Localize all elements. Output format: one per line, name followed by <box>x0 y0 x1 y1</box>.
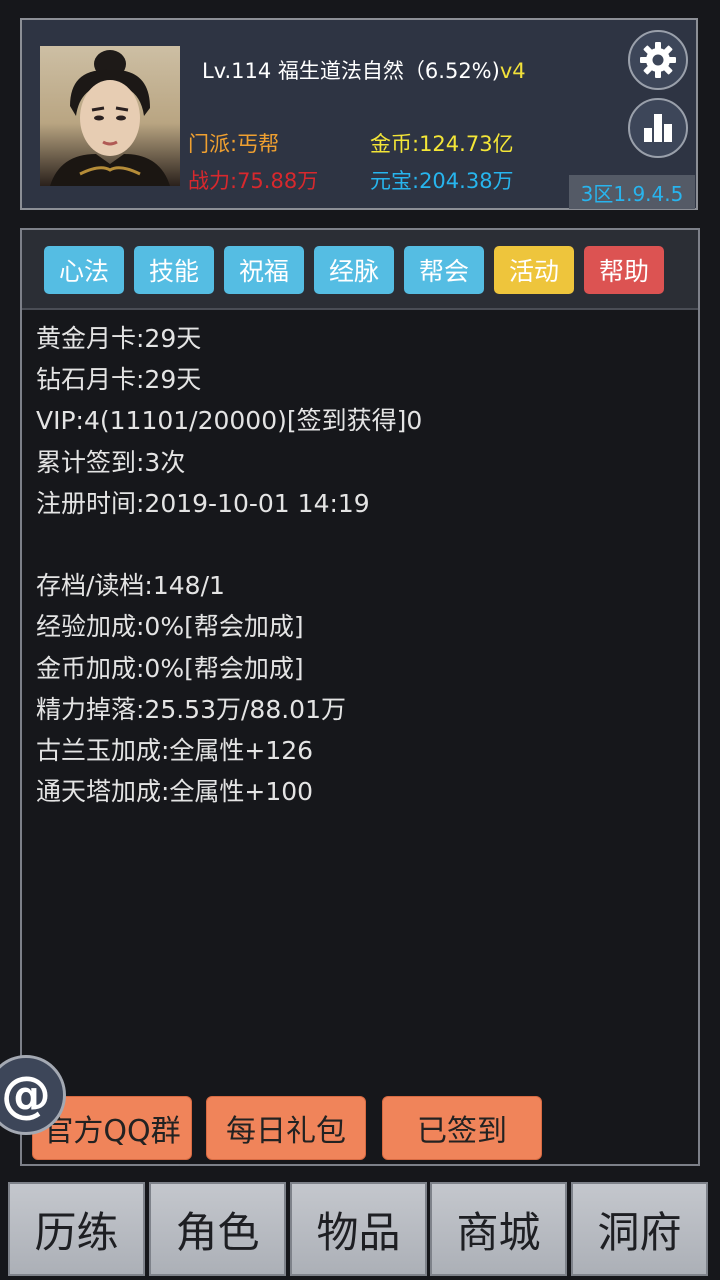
info-total-signin: 累计签到:3次 <box>36 447 186 477</box>
info-save-load: 存档/读档:148/1 <box>36 571 225 601</box>
info-diamond-monthly-card: 钻石月卡:29天 <box>36 365 202 395</box>
info-gold-bonus: 金币加成:0%[帮会加成] <box>36 653 304 683</box>
gold-label: 金币:124.73亿 <box>370 132 514 156</box>
nav-items[interactable]: 物品 <box>290 1182 427 1276</box>
tab-help[interactable]: 帮助 <box>584 246 664 294</box>
tab-events[interactable]: 活动 <box>494 246 574 294</box>
info-register-time: 注册时间:2019-10-01 14:19 <box>36 488 370 518</box>
tab-mental-method[interactable]: 心法 <box>44 246 124 294</box>
main-panel: 心法 技能 祝福 经脉 帮会 活动 帮助 黄金月卡:29天 钻石月卡:29天 V… <box>20 228 700 1166</box>
server-version-badge: 3区1.9.4.5 <box>569 175 695 209</box>
settings-button[interactable] <box>628 30 688 90</box>
info-tower-bonus: 通天塔加成:全属性+100 <box>36 777 314 807</box>
tab-skills[interactable]: 技能 <box>134 246 214 294</box>
combat-power-label: 战力:75.88万 <box>188 169 319 193</box>
sect-label: 门派:丐帮 <box>188 132 280 156</box>
player-header-panel: Lv.114 福生道法自然（6.52%)v4 门派:丐帮 战力:75.88万 金… <box>20 18 698 210</box>
tab-blessing[interactable]: 祝福 <box>224 246 304 294</box>
player-title-text: Lv.114 福生道法自然（6.52%) <box>202 59 500 83</box>
nav-character[interactable]: 角色 <box>149 1182 286 1276</box>
tab-guild[interactable]: 帮会 <box>404 246 484 294</box>
player-avatar[interactable] <box>40 46 180 186</box>
info-gold-monthly-card: 黄金月卡:29天 <box>36 324 202 353</box>
portrait-image <box>50 50 170 186</box>
nav-shop[interactable]: 商城 <box>430 1182 567 1276</box>
bar-chart-icon <box>644 114 672 142</box>
stats-button[interactable] <box>628 98 688 158</box>
daily-gift-button[interactable]: 每日礼包 <box>206 1096 366 1160</box>
player-level-title: Lv.114 福生道法自然（6.52%)v4 <box>202 55 526 85</box>
info-energy-drop: 精力掉落:25.53万/88.01万 <box>36 694 346 724</box>
signed-in-button[interactable]: 已签到 <box>382 1096 542 1160</box>
player-title-version: v4 <box>499 59 526 83</box>
info-vip: VIP:4(11101/20000)[签到获得]0 <box>36 406 423 436</box>
player-info-list: 黄金月卡:29天 钻石月卡:29天 VIP:4(11101/20000)[签到获… <box>36 318 422 812</box>
info-gulan-jade-bonus: 古兰玉加成:全属性+126 <box>36 735 314 765</box>
nav-training[interactable]: 历练 <box>8 1182 145 1276</box>
tab-meridians[interactable]: 经脉 <box>314 246 394 294</box>
info-exp-bonus: 经验加成:0%[帮会加成] <box>36 612 304 642</box>
info-spacer <box>36 524 422 565</box>
ingot-label: 元宝:204.38万 <box>370 169 514 193</box>
function-tab-bar: 心法 技能 祝福 经脉 帮会 活动 帮助 <box>22 230 698 310</box>
at-icon: @ <box>1 1066 51 1124</box>
gear-icon <box>640 42 676 78</box>
bottom-navigation: 历练 角色 物品 商城 洞府 <box>8 1182 712 1276</box>
nav-cave-residence[interactable]: 洞府 <box>571 1182 708 1276</box>
